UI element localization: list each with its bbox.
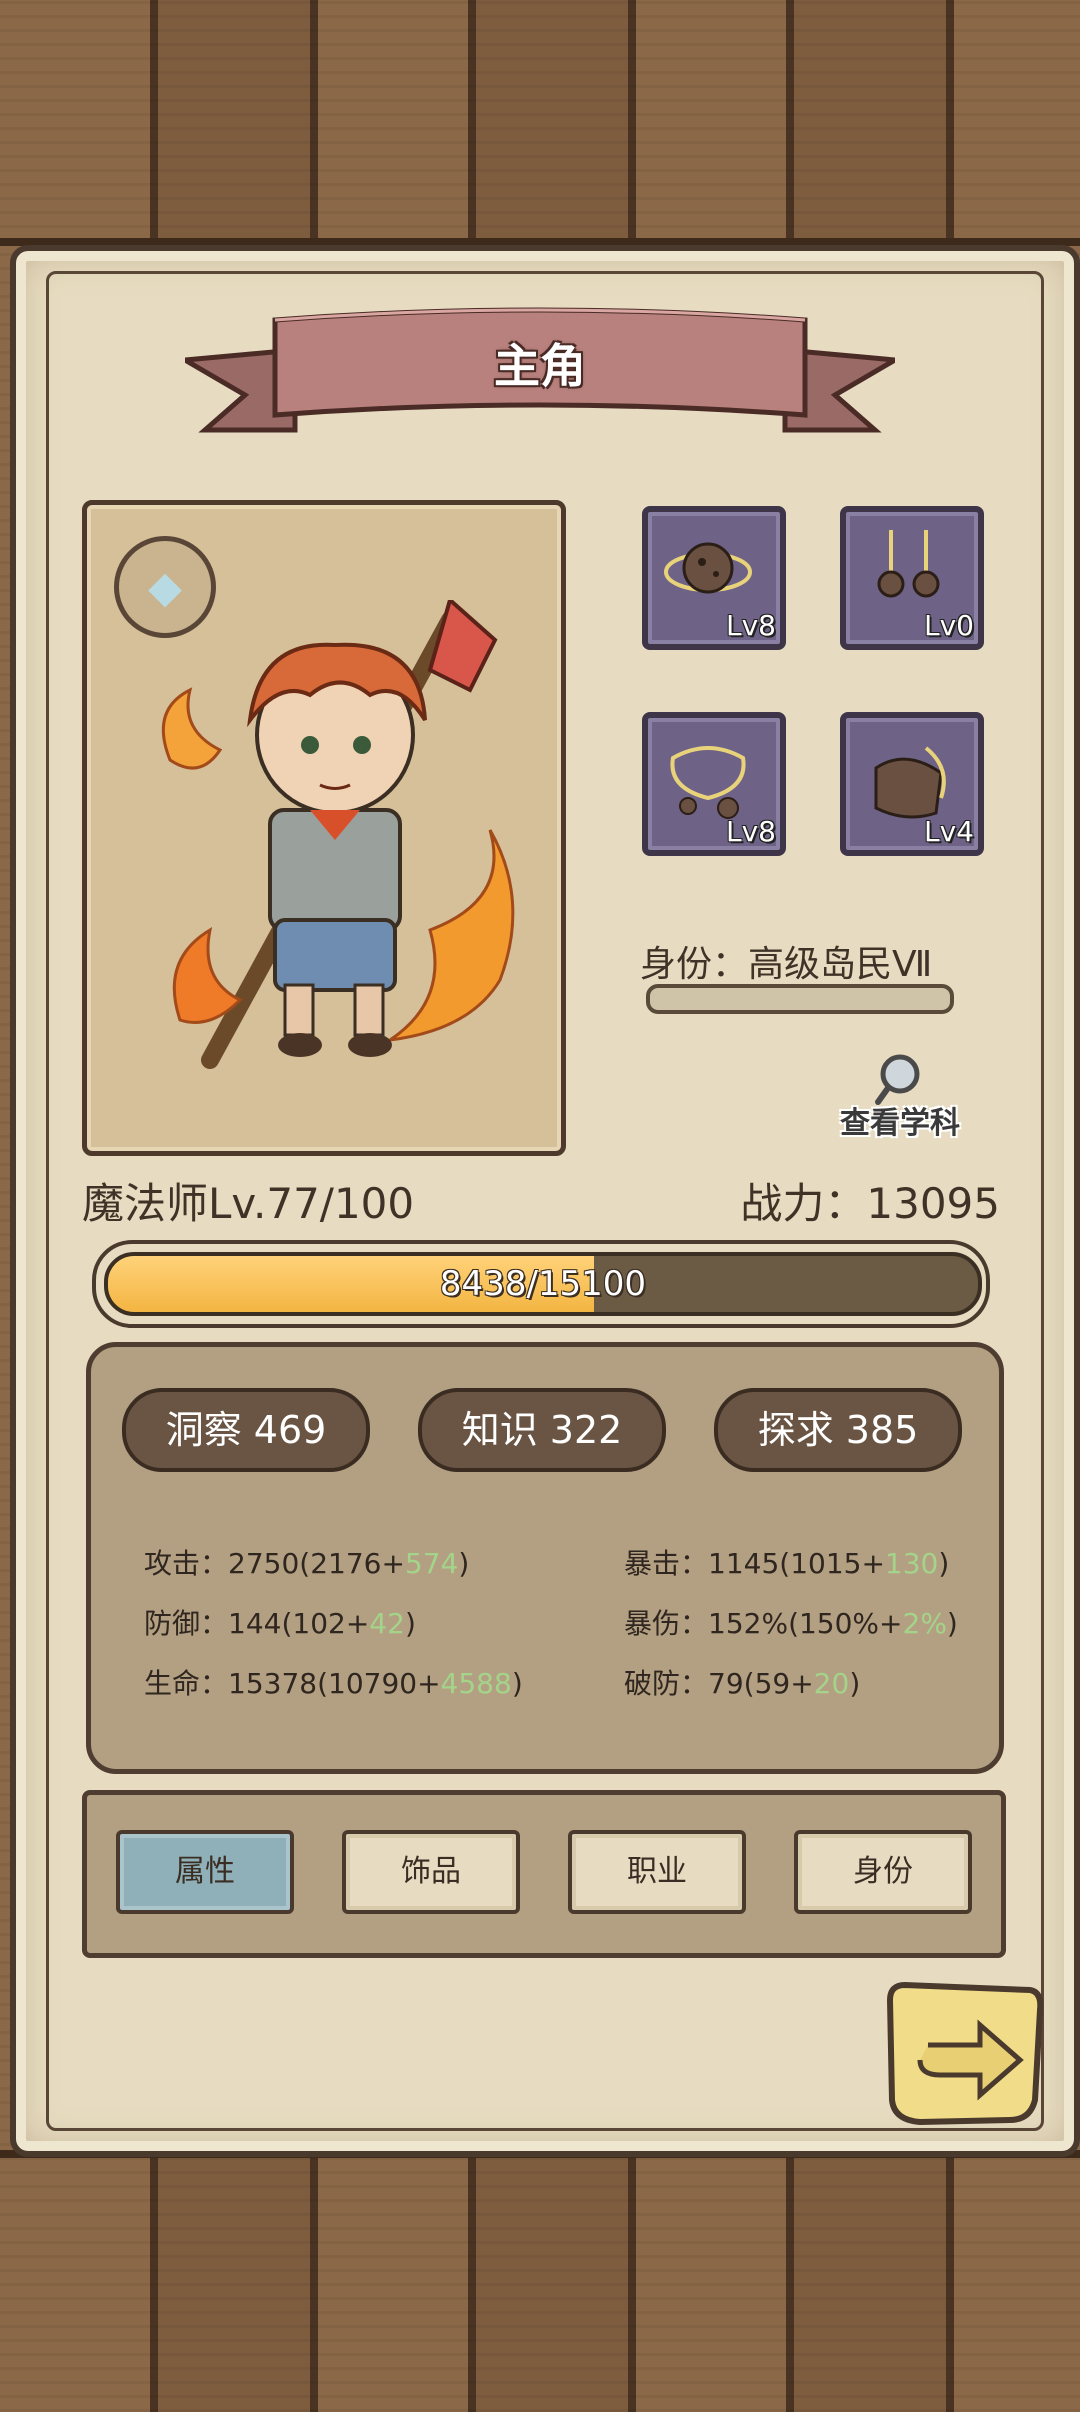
- equipment-slot-1[interactable]: Lv8: [642, 506, 786, 650]
- view-subject-button[interactable]: 查看学科: [830, 1050, 970, 1141]
- gem-icon: ◆: [148, 561, 182, 613]
- stat-crit: 暴击：1145(1015+130): [624, 1547, 950, 1580]
- necklace-icon: [670, 746, 746, 819]
- page-title: 主角: [494, 339, 586, 393]
- combat-power-text: 战力：13095: [740, 1179, 1000, 1228]
- exp-text: 8438/15100: [439, 1264, 647, 1304]
- equipment-level: Lv4: [924, 815, 974, 848]
- identity-label: 身份：高级岛民Ⅶ: [640, 944, 933, 985]
- tab-identity[interactable]: 身份: [794, 1830, 972, 1914]
- bracelet-icon: [874, 746, 946, 819]
- identity-progress-bar: [646, 984, 954, 1014]
- equipment-slot-2[interactable]: Lv0: [840, 506, 984, 650]
- element-gem-badge[interactable]: ◆: [114, 536, 216, 638]
- class-level-text: 魔法师Lv.77/100: [82, 1179, 415, 1228]
- attribute-exploration: 探求 385: [714, 1388, 962, 1472]
- tab-accessories[interactable]: 饰品: [342, 1830, 520, 1914]
- stat-defense: 防御：144(102+42): [144, 1607, 416, 1640]
- attribute-knowledge: 知识 322: [418, 1388, 666, 1472]
- equipment-level: Lv8: [726, 609, 776, 642]
- tab-attributes[interactable]: 属性: [116, 1830, 294, 1914]
- stat-health: 生命：15378(10790+4588): [144, 1667, 523, 1700]
- equipment-slot-4[interactable]: Lv4: [840, 712, 984, 856]
- back-button[interactable]: [880, 1980, 1046, 2130]
- attribute-insight: 洞察 469: [122, 1388, 370, 1472]
- view-subject-label: 查看学科: [840, 1106, 960, 1141]
- equipment-level: Lv0: [924, 609, 974, 642]
- exp-bar: 8438/15100: [104, 1252, 982, 1316]
- stat-armor-break: 破防：79(59+20): [624, 1667, 861, 1700]
- earrings-icon: [877, 530, 940, 598]
- stat-attack: 攻击：2750(2176+574): [144, 1547, 470, 1580]
- ore-ring-icon: [664, 542, 752, 594]
- tab-profession[interactable]: 职业: [568, 1830, 746, 1914]
- equipment-level: Lv8: [726, 815, 776, 848]
- equipment-slot-3[interactable]: Lv8: [642, 712, 786, 856]
- character-illustration: [161, 600, 515, 1069]
- stat-crit-damage: 暴伤：152%(150%+2%): [624, 1607, 958, 1640]
